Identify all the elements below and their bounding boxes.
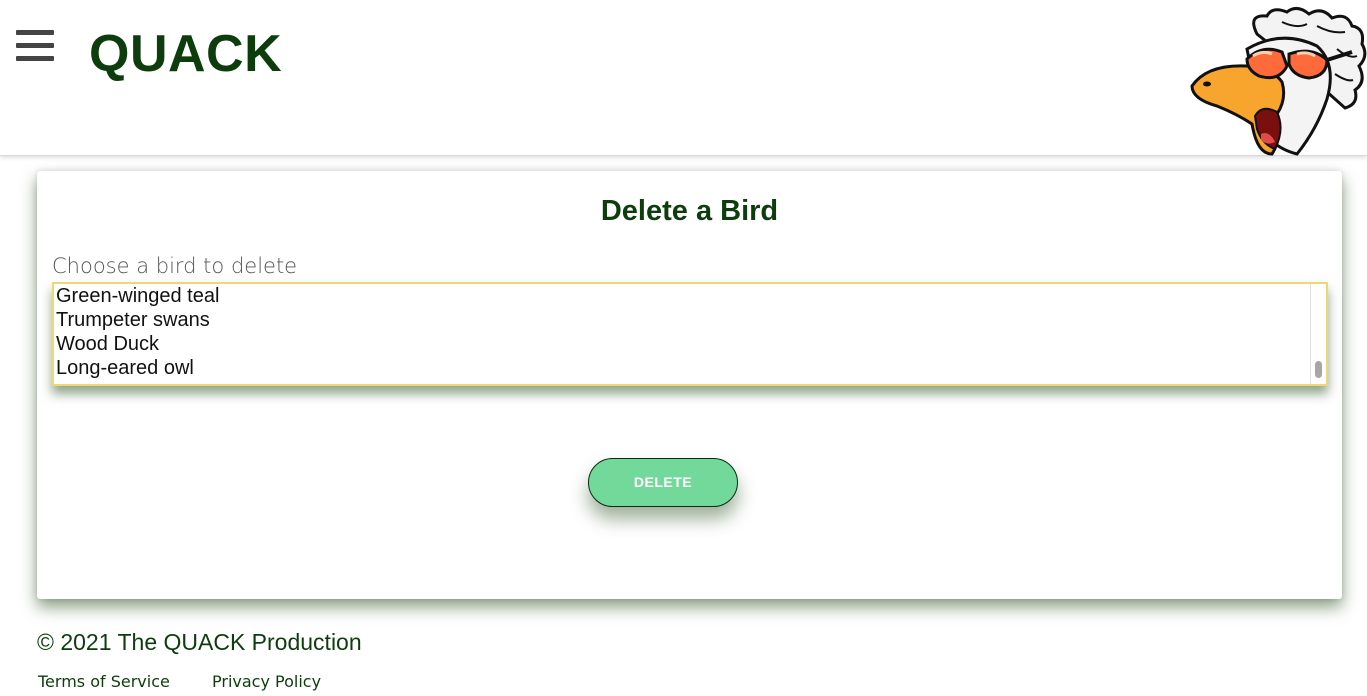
- site-header: QUACK: [0, 0, 1367, 156]
- delete-button[interactable]: DELETE: [588, 458, 738, 507]
- list-item[interactable]: Green-winged teal: [54, 284, 1326, 308]
- list-item[interactable]: Wood Duck: [54, 332, 1326, 356]
- list-scrollbar[interactable]: [1310, 284, 1326, 384]
- bird-select-label: Choose a bird to delete: [52, 254, 298, 278]
- copyright-text: © 2021 The QUACK Production: [37, 629, 362, 655]
- scrollbar-thumb[interactable]: [1315, 361, 1322, 378]
- hamburger-menu-icon[interactable]: [16, 30, 54, 62]
- bird-select-list[interactable]: Green-winged teal Trumpeter swans Wood D…: [52, 282, 1328, 386]
- list-item[interactable]: Long-eared owl: [54, 356, 1326, 380]
- privacy-policy-link[interactable]: Privacy Policy: [212, 672, 321, 691]
- terms-of-service-link[interactable]: Terms of Service: [38, 672, 170, 691]
- duck-logo-icon: [1190, 7, 1367, 156]
- brand-title[interactable]: QUACK: [89, 24, 282, 84]
- delete-bird-card: Delete a Bird Choose a bird to delete Gr…: [37, 171, 1342, 599]
- page-title: Delete a Bird: [600, 195, 779, 227]
- list-item[interactable]: Trumpeter swans: [54, 308, 1326, 332]
